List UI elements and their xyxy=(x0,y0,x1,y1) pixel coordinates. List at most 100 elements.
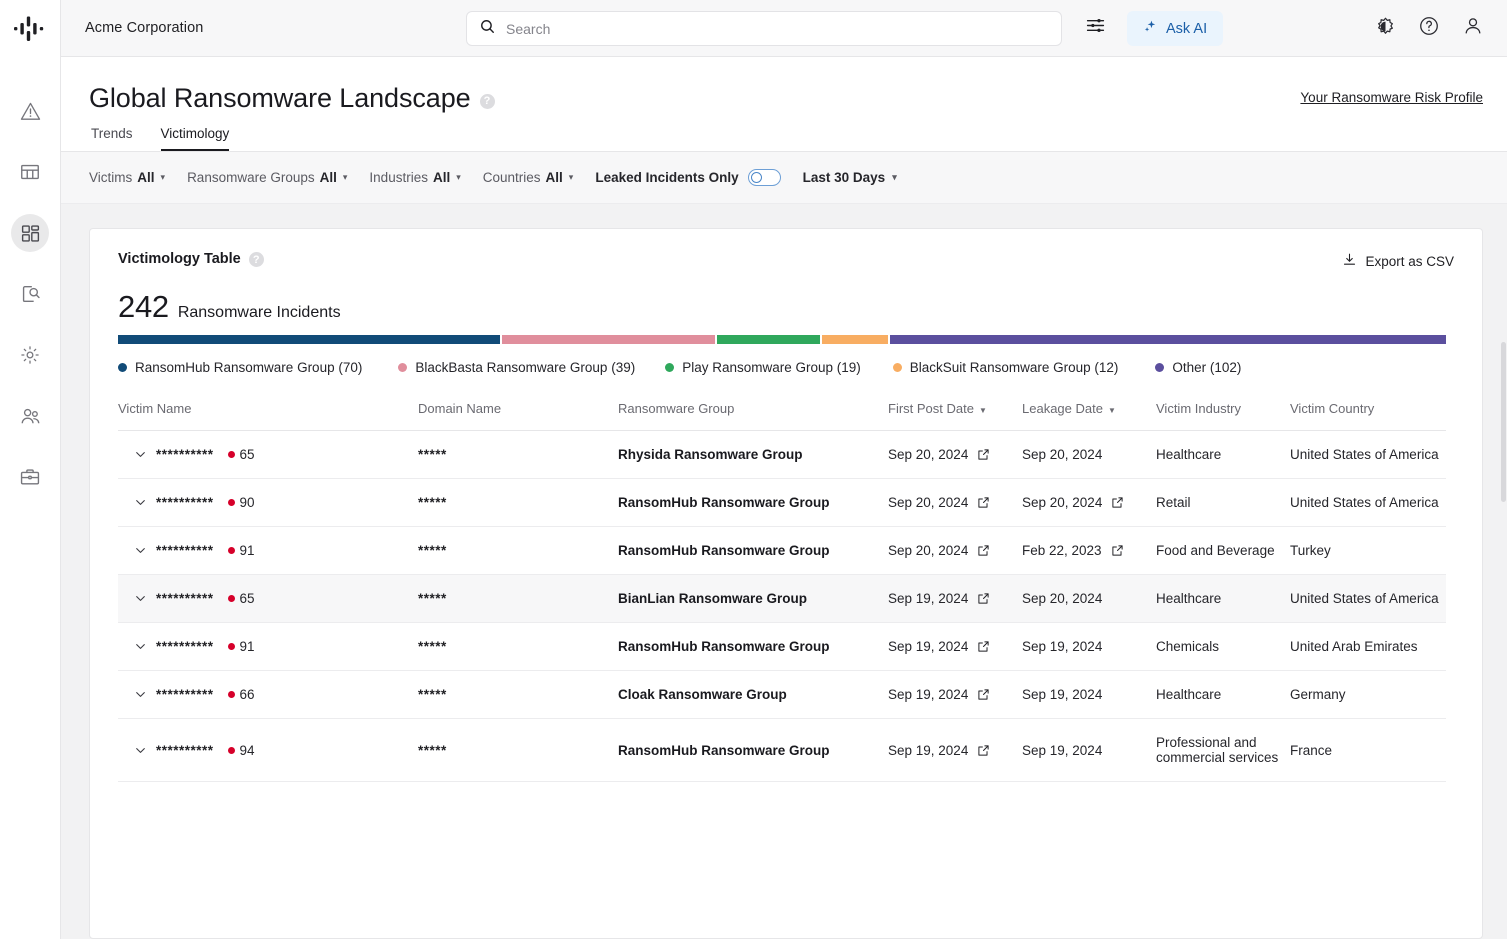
expand-row-chevron-icon[interactable] xyxy=(134,688,156,701)
filter-countries-label: Countries xyxy=(483,170,541,185)
legend-item[interactable]: RansomHub Ransomware Group (70) xyxy=(118,360,362,375)
legend-item[interactable]: Play Ransomware Group (19) xyxy=(665,360,861,375)
cell-victim-country: Turkey xyxy=(1290,527,1446,575)
bar-segment-2[interactable] xyxy=(717,335,821,344)
page-tabs: Trends Victimology xyxy=(89,126,1483,151)
external-link-icon[interactable] xyxy=(977,744,990,757)
table-row[interactable]: **********66*****Cloak Ransomware GroupS… xyxy=(118,671,1446,719)
external-link-icon[interactable] xyxy=(977,640,990,653)
date-range-value: Last 30 Days xyxy=(803,170,886,185)
search-input[interactable] xyxy=(506,21,1049,37)
legend-color-dot xyxy=(665,363,674,372)
tab-victimology[interactable]: Victimology xyxy=(161,126,230,151)
sliders-icon xyxy=(1085,15,1106,41)
legend-item[interactable]: BlackBasta Ransomware Group (39) xyxy=(398,360,635,375)
risk-score-dot xyxy=(228,547,235,554)
external-link-icon[interactable] xyxy=(977,544,990,557)
help-icon[interactable]: ? xyxy=(249,252,264,267)
column-header-label: Victim Country xyxy=(1290,401,1374,416)
external-link-icon[interactable] xyxy=(977,448,990,461)
theme-toggle-button[interactable] xyxy=(1373,17,1397,41)
global-search[interactable] xyxy=(466,11,1062,46)
grid-table-icon xyxy=(19,161,41,183)
cell-victim-country: United States of America xyxy=(1290,431,1446,479)
help-icon[interactable]: ? xyxy=(480,94,495,109)
filter-bar: Victims All ▾ Ransomware Groups All ▾ In… xyxy=(61,152,1507,204)
cell-victim-country: United States of America xyxy=(1290,575,1446,623)
sidebar-item-dashboard[interactable] xyxy=(11,214,49,252)
expand-row-chevron-icon[interactable] xyxy=(134,592,156,605)
cell-first-post-date: Sep 19, 2024 xyxy=(888,719,1022,782)
column-header-label: Ransomware Group xyxy=(618,401,734,416)
legend-label: BlackBasta Ransomware Group (39) xyxy=(415,360,635,375)
victim-name-masked: ********** xyxy=(156,447,214,462)
column-header-first_post[interactable]: First Post Date▼ xyxy=(888,401,1022,431)
risk-score-value: 66 xyxy=(240,687,255,702)
risk-score-value: 65 xyxy=(240,447,255,462)
sidebar-item-settings[interactable] xyxy=(11,336,49,374)
cell-victim-name: **********94 xyxy=(118,719,418,782)
first-post-date-value: Sep 20, 2024 xyxy=(888,495,968,510)
legend-label: Play Ransomware Group (19) xyxy=(682,360,861,375)
bar-segment-0[interactable] xyxy=(118,335,500,344)
external-link-icon[interactable] xyxy=(977,592,990,605)
column-header-label: Victim Industry xyxy=(1156,401,1241,416)
help-button[interactable] xyxy=(1417,17,1441,41)
risk-profile-link[interactable]: Your Ransomware Risk Profile xyxy=(1300,90,1483,105)
external-link-icon[interactable] xyxy=(977,688,990,701)
table-row[interactable]: **********91*****RansomHub Ransomware Gr… xyxy=(118,623,1446,671)
date-range-filter[interactable]: Last 30 Days ▾ xyxy=(803,170,897,185)
external-link-icon[interactable] xyxy=(977,496,990,509)
cell-victim-name: **********65 xyxy=(118,575,418,623)
legend-item[interactable]: Other (102) xyxy=(1155,360,1241,375)
first-post-date-value: Sep 19, 2024 xyxy=(888,639,968,654)
search-filters-button[interactable] xyxy=(1081,14,1109,42)
expand-row-chevron-icon[interactable] xyxy=(134,744,156,757)
filter-victims[interactable]: Victims All ▾ xyxy=(89,170,165,185)
cell-victim-industry: Chemicals xyxy=(1156,623,1290,671)
bar-segment-3[interactable] xyxy=(822,335,887,344)
external-link-icon[interactable] xyxy=(1111,496,1124,509)
column-header-label: First Post Date xyxy=(888,401,974,416)
expand-row-chevron-icon[interactable] xyxy=(134,496,156,509)
sidebar-item-table[interactable] xyxy=(11,153,49,191)
filter-ransomware-groups[interactable]: Ransomware Groups All ▾ xyxy=(187,170,347,185)
sidebar-item-users[interactable] xyxy=(11,397,49,435)
profile-button[interactable] xyxy=(1461,17,1485,41)
expand-row-chevron-icon[interactable] xyxy=(134,640,156,653)
filter-countries[interactable]: Countries All ▾ xyxy=(483,170,574,185)
tab-trends[interactable]: Trends xyxy=(91,126,133,151)
external-link-icon[interactable] xyxy=(1111,544,1124,557)
table-row[interactable]: **********90*****RansomHub Ransomware Gr… xyxy=(118,479,1446,527)
page-scrollbar-thumb[interactable] xyxy=(1501,342,1506,502)
bar-segment-4[interactable] xyxy=(890,335,1446,344)
leakage-date-value: Sep 19, 2024 xyxy=(1022,639,1102,654)
filter-industries-label: Industries xyxy=(369,170,428,185)
cell-victim-industry: Healthcare xyxy=(1156,575,1290,623)
expand-row-chevron-icon[interactable] xyxy=(134,448,156,461)
filter-industries[interactable]: Industries All ▾ xyxy=(369,170,460,185)
leakage-date-value: Feb 22, 2023 xyxy=(1022,543,1102,558)
legend-item[interactable]: BlackSuit Ransomware Group (12) xyxy=(893,360,1119,375)
sparkle-icon xyxy=(1143,19,1158,38)
ask-ai-button[interactable]: Ask AI xyxy=(1127,11,1223,46)
sidebar-item-alerts[interactable] xyxy=(11,92,49,130)
app-logo[interactable] xyxy=(0,0,61,57)
column-header-victim: Victim Name xyxy=(118,401,418,431)
column-header-leakage[interactable]: Leakage Date▼ xyxy=(1022,401,1156,431)
table-row[interactable]: **********65*****BianLian Ransomware Gro… xyxy=(118,575,1446,623)
table-row[interactable]: **********65*****Rhysida Ransomware Grou… xyxy=(118,431,1446,479)
ransomware-group-name: BianLian Ransomware Group xyxy=(618,591,807,606)
bar-segment-1[interactable] xyxy=(502,335,715,344)
cell-ransomware-group: RansomHub Ransomware Group xyxy=(618,623,888,671)
victim-name-masked: ********** xyxy=(156,591,214,606)
sidebar-item-portfolio[interactable] xyxy=(11,458,49,496)
export-csv-button[interactable]: Export as CSV xyxy=(1342,252,1454,270)
expand-row-chevron-icon[interactable] xyxy=(134,544,156,557)
sidebar xyxy=(0,0,61,939)
table-row[interactable]: **********94*****RansomHub Ransomware Gr… xyxy=(118,719,1446,782)
leaked-incidents-toggle[interactable] xyxy=(748,169,781,186)
table-row[interactable]: **********91*****RansomHub Ransomware Gr… xyxy=(118,527,1446,575)
sidebar-item-research[interactable] xyxy=(11,275,49,313)
victim-name-masked: ********** xyxy=(156,543,214,558)
